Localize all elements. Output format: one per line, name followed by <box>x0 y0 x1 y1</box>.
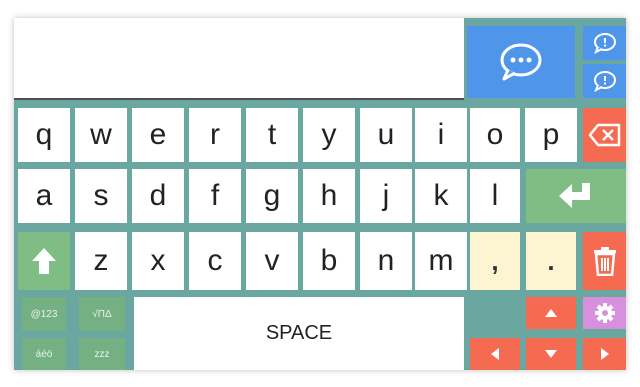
arrow-up-icon <box>545 309 557 317</box>
key-m[interactable]: m <box>415 232 467 290</box>
key-d[interactable]: d <box>132 169 184 223</box>
trash-icon <box>593 247 616 276</box>
speak-button[interactable] <box>467 26 575 98</box>
key-z[interactable]: z <box>75 232 127 290</box>
key-v[interactable]: v <box>246 232 298 290</box>
speech-bubble-icon <box>593 71 616 92</box>
arrow-right-icon <box>600 348 609 360</box>
key-x[interactable]: x <box>132 232 184 290</box>
key-k[interactable]: k <box>415 169 467 223</box>
speech-bubble-icon <box>500 43 542 81</box>
key-h[interactable]: h <box>303 169 355 223</box>
key-n[interactable]: n <box>360 232 412 290</box>
math-symbols-key[interactable]: √ΠΔ <box>79 297 125 331</box>
key-w[interactable]: w <box>75 108 127 162</box>
key-r[interactable]: r <box>189 108 241 162</box>
shift-arrow-icon <box>32 248 56 274</box>
enter-button[interactable] <box>526 169 626 223</box>
arrow-down-button[interactable] <box>526 338 576 370</box>
key-a[interactable]: a <box>18 169 70 223</box>
key-p[interactable]: p <box>525 108 577 162</box>
key-i[interactable]: i <box>415 108 467 162</box>
key-period[interactable]: . <box>526 232 576 290</box>
settings-button[interactable] <box>583 297 626 329</box>
key-b[interactable]: b <box>303 232 355 290</box>
arrow-left-button[interactable] <box>470 338 520 370</box>
arrow-down-icon <box>545 350 557 358</box>
key-c[interactable]: c <box>189 232 241 290</box>
key-u[interactable]: u <box>360 108 412 162</box>
phrase-button-1[interactable] <box>583 26 626 60</box>
backspace-button[interactable] <box>583 108 626 162</box>
arrow-left-icon <box>491 348 499 360</box>
key-f[interactable]: f <box>189 169 241 223</box>
key-t[interactable]: t <box>246 108 298 162</box>
numbers-symbols-key[interactable]: @123 <box>22 297 66 331</box>
arrow-up-button[interactable] <box>526 297 576 329</box>
key-q[interactable]: q <box>18 108 70 162</box>
speech-bubble-icon <box>593 33 616 54</box>
backspace-icon <box>588 123 620 147</box>
key-y[interactable]: y <box>303 108 355 162</box>
key-l[interactable]: l <box>470 169 520 223</box>
key-comma[interactable]: , <box>470 232 520 290</box>
accents-key[interactable]: áéö <box>22 338 66 370</box>
key-j[interactable]: j <box>360 169 412 223</box>
shift-button[interactable] <box>18 232 70 290</box>
enter-icon <box>559 183 590 208</box>
message-text-area[interactable] <box>14 18 464 100</box>
key-o[interactable]: o <box>470 108 520 162</box>
delete-button[interactable] <box>583 232 626 290</box>
key-e[interactable]: e <box>132 108 184 162</box>
key-s[interactable]: s <box>75 169 127 223</box>
sleep-key[interactable]: zzz <box>79 338 125 370</box>
phrase-button-2[interactable] <box>583 64 626 98</box>
space-bar[interactable]: SPACE <box>134 297 464 370</box>
key-g[interactable]: g <box>246 169 298 223</box>
arrow-right-button[interactable] <box>583 338 626 370</box>
gear-icon <box>594 303 615 323</box>
